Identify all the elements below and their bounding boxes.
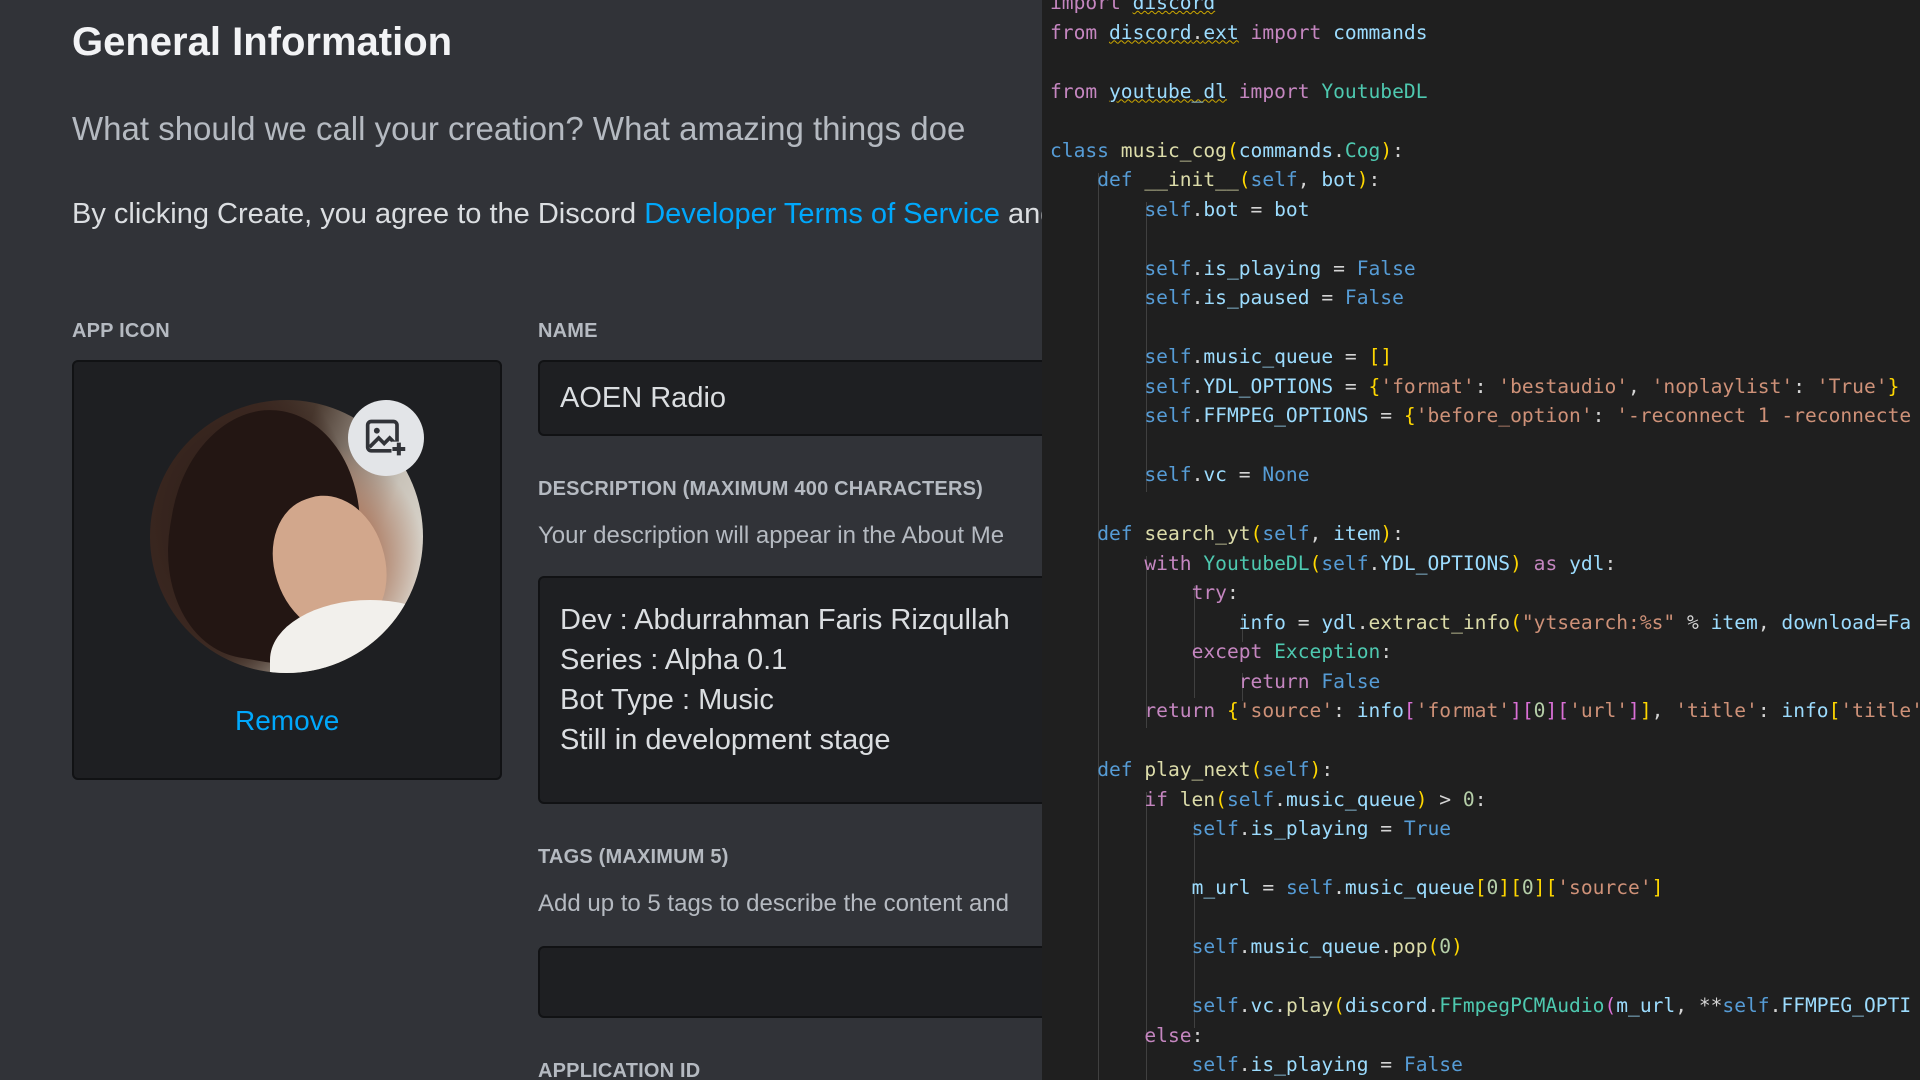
code-line[interactable]: self.music_queue.pop(0) [1050, 932, 1920, 962]
code-line[interactable]: try: [1050, 578, 1920, 608]
code-line[interactable]: from discord.ext import commands [1050, 18, 1920, 48]
code-line[interactable]: ​ [1050, 962, 1920, 992]
description-line: Still in development stage [560, 724, 891, 756]
tags-label: TAGS (MAXIMUM 5) [538, 846, 729, 868]
description-line: Series : Alpha 0.1 [560, 644, 788, 676]
terms-prefix: By clicking Create, you agree to the Dis… [72, 198, 645, 230]
code-line[interactable]: from youtube_dl import YoutubeDL [1050, 77, 1920, 107]
page-subtitle: What should we call your creation? What … [72, 110, 966, 147]
developer-portal-panel: General Information What should we call … [0, 0, 1042, 1080]
code-line[interactable]: self.bot = bot [1050, 195, 1920, 225]
code-line[interactable]: return {'source': info['format'][0]['url… [1050, 696, 1920, 726]
code-line[interactable]: self.vc = None [1050, 460, 1920, 490]
code-line[interactable]: self.music_queue = [] [1050, 342, 1920, 372]
code-line[interactable]: self.is_playing = False [1050, 254, 1920, 284]
code-line[interactable]: self.YDL_OPTIONS = {'format': 'bestaudio… [1050, 372, 1920, 402]
code-text[interactable]: import discord from discord.ext import co… [1050, 0, 1920, 1080]
code-line[interactable]: ​ [1050, 224, 1920, 254]
code-line[interactable]: else: [1050, 1021, 1920, 1051]
code-line[interactable]: except Exception: [1050, 637, 1920, 667]
code-line[interactable]: ​ [1050, 844, 1920, 874]
page-title: General Information [72, 20, 453, 64]
code-line[interactable]: self.vc.play(discord.FFmpegPCMAudio(m_ur… [1050, 991, 1920, 1021]
code-line[interactable]: if len(self.music_queue) > 0: [1050, 785, 1920, 815]
remove-icon-button[interactable]: Remove [235, 705, 339, 737]
developer-terms-link[interactable]: Developer Terms of Service [644, 198, 1000, 230]
description-text: Dev : Abdurrahman Faris Rizqullah Series… [560, 600, 1010, 760]
code-line[interactable]: self.is_playing = False [1050, 1050, 1920, 1080]
tags-hint: Add up to 5 tags to describe the content… [538, 890, 1009, 917]
code-line[interactable]: ​ [1050, 106, 1920, 136]
code-line[interactable]: def __init__(self, bot): [1050, 165, 1920, 195]
code-line[interactable]: ​ [1050, 726, 1920, 756]
image-plus-icon-glyph [365, 419, 407, 457]
code-line[interactable]: info = ydl.extract_info("ytsearch:%s" % … [1050, 608, 1920, 638]
code-line[interactable]: ​ [1050, 903, 1920, 933]
code-line[interactable]: return False [1050, 667, 1920, 697]
code-editor-panel[interactable]: import discord from discord.ext import co… [1042, 0, 1920, 1080]
code-line[interactable]: with YoutubeDL(self.YDL_OPTIONS) as ydl: [1050, 549, 1920, 579]
app-icon-label: APP ICON [72, 320, 170, 342]
code-line[interactable]: self.FFMPEG_OPTIONS = {'before_option': … [1050, 401, 1920, 431]
code-line[interactable]: ​ [1050, 431, 1920, 461]
code-line[interactable]: self.is_playing = True [1050, 814, 1920, 844]
tags-input[interactable] [538, 946, 1042, 1018]
code-line[interactable]: ​ [1050, 490, 1920, 520]
name-input[interactable]: AOEN Radio [538, 360, 1042, 436]
name-input-value: AOEN Radio [560, 382, 727, 414]
code-line[interactable]: class music_cog(commands.Cog): [1050, 136, 1920, 166]
terms-suffix: and [1007, 198, 1042, 230]
terms-notice: By clicking Create, you agree to the Dis… [72, 198, 1042, 231]
name-label: NAME [538, 320, 598, 342]
code-line[interactable]: ​ [1050, 47, 1920, 77]
description-textarea[interactable]: Dev : Abdurrahman Faris Rizqullah Series… [538, 576, 1042, 804]
description-line: Bot Type : Music [560, 684, 774, 716]
code-line[interactable]: m_url = self.music_queue[0][0]['source'] [1050, 873, 1920, 903]
code-line[interactable]: def search_yt(self, item): [1050, 519, 1920, 549]
description-hint: Your description will appear in the Abou… [538, 522, 1005, 549]
code-line[interactable]: self.is_paused = False [1050, 283, 1920, 313]
code-line[interactable]: import discord [1050, 0, 1920, 18]
code-line[interactable]: def play_next(self): [1050, 755, 1920, 785]
application-id-label: APPLICATION ID [538, 1060, 701, 1080]
code-line[interactable]: ​ [1050, 313, 1920, 343]
image-plus-icon[interactable] [348, 400, 424, 476]
description-line: Dev : Abdurrahman Faris Rizqullah [560, 604, 1010, 636]
description-label: DESCRIPTION (MAXIMUM 400 CHARACTERS) [538, 478, 984, 500]
